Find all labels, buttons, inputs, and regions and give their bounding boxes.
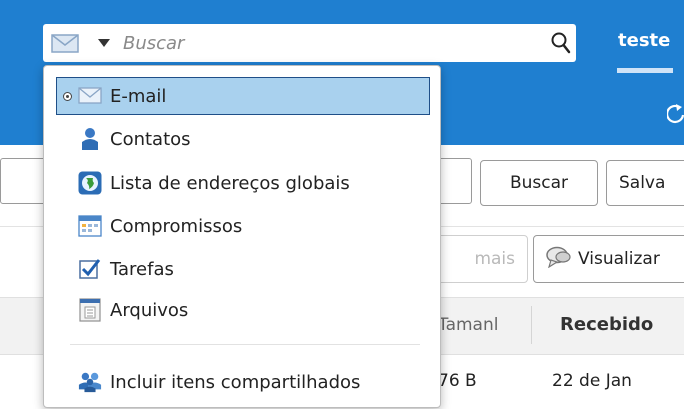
user-name[interactable]: teste [618,30,670,51]
menu-item-global-address-list[interactable]: Lista de endereços globais [56,164,430,202]
shared-people-icon [78,370,102,394]
save-button[interactable]: Salva [606,160,684,206]
menu-item-tasks[interactable]: Tarefas [56,250,430,288]
column-header-size[interactable]: Tamanl [438,315,528,335]
menu-item-label: E-mail [110,85,167,107]
menu-divider [70,344,420,345]
search-icon[interactable] [551,32,571,58]
user-tab-indicator [617,68,673,73]
table-row-size: 76 B [438,371,477,391]
menu-item-appointments[interactable]: Compromissos [56,207,430,245]
checkbox-icon [78,257,102,281]
search-button[interactable]: Buscar [480,160,598,206]
menu-item-label: Arquivos [110,299,189,321]
menu-item-files[interactable]: Arquivos [56,291,430,329]
column-header-received[interactable]: Recebido [560,314,653,335]
contact-person-icon [78,127,102,151]
document-icon [78,298,102,322]
search-scope-dropdown: E-mail Contatos Lista de endereços globa… [43,65,441,408]
table-row-date: 22 de Jan [552,371,632,391]
refresh-icon[interactable] [666,103,684,129]
globe-icon [78,171,102,195]
chevron-down-icon[interactable] [98,39,110,47]
search-box[interactable] [43,24,576,62]
menu-item-include-shared[interactable]: Incluir itens compartilhados [56,363,430,401]
menu-item-label: Compromissos [110,215,243,237]
menu-item-label: Incluir itens compartilhados [110,371,361,393]
menu-item-email[interactable]: E-mail [56,77,430,115]
view-button-label: Visualizar [578,249,660,269]
envelope-icon[interactable] [51,34,81,58]
calendar-icon [78,214,102,238]
selected-radio-icon [63,92,72,101]
menu-item-label: Lista de endereços globais [110,172,350,194]
menu-item-contacts[interactable]: Contatos [56,120,430,158]
menu-item-label: Tarefas [110,258,174,280]
search-input[interactable] [123,30,563,56]
menu-item-label: Contatos [110,128,191,150]
view-button[interactable]: Visualizar [533,235,684,283]
speech-bubble-icon [546,246,572,273]
column-divider [531,306,532,344]
envelope-icon [78,84,102,108]
